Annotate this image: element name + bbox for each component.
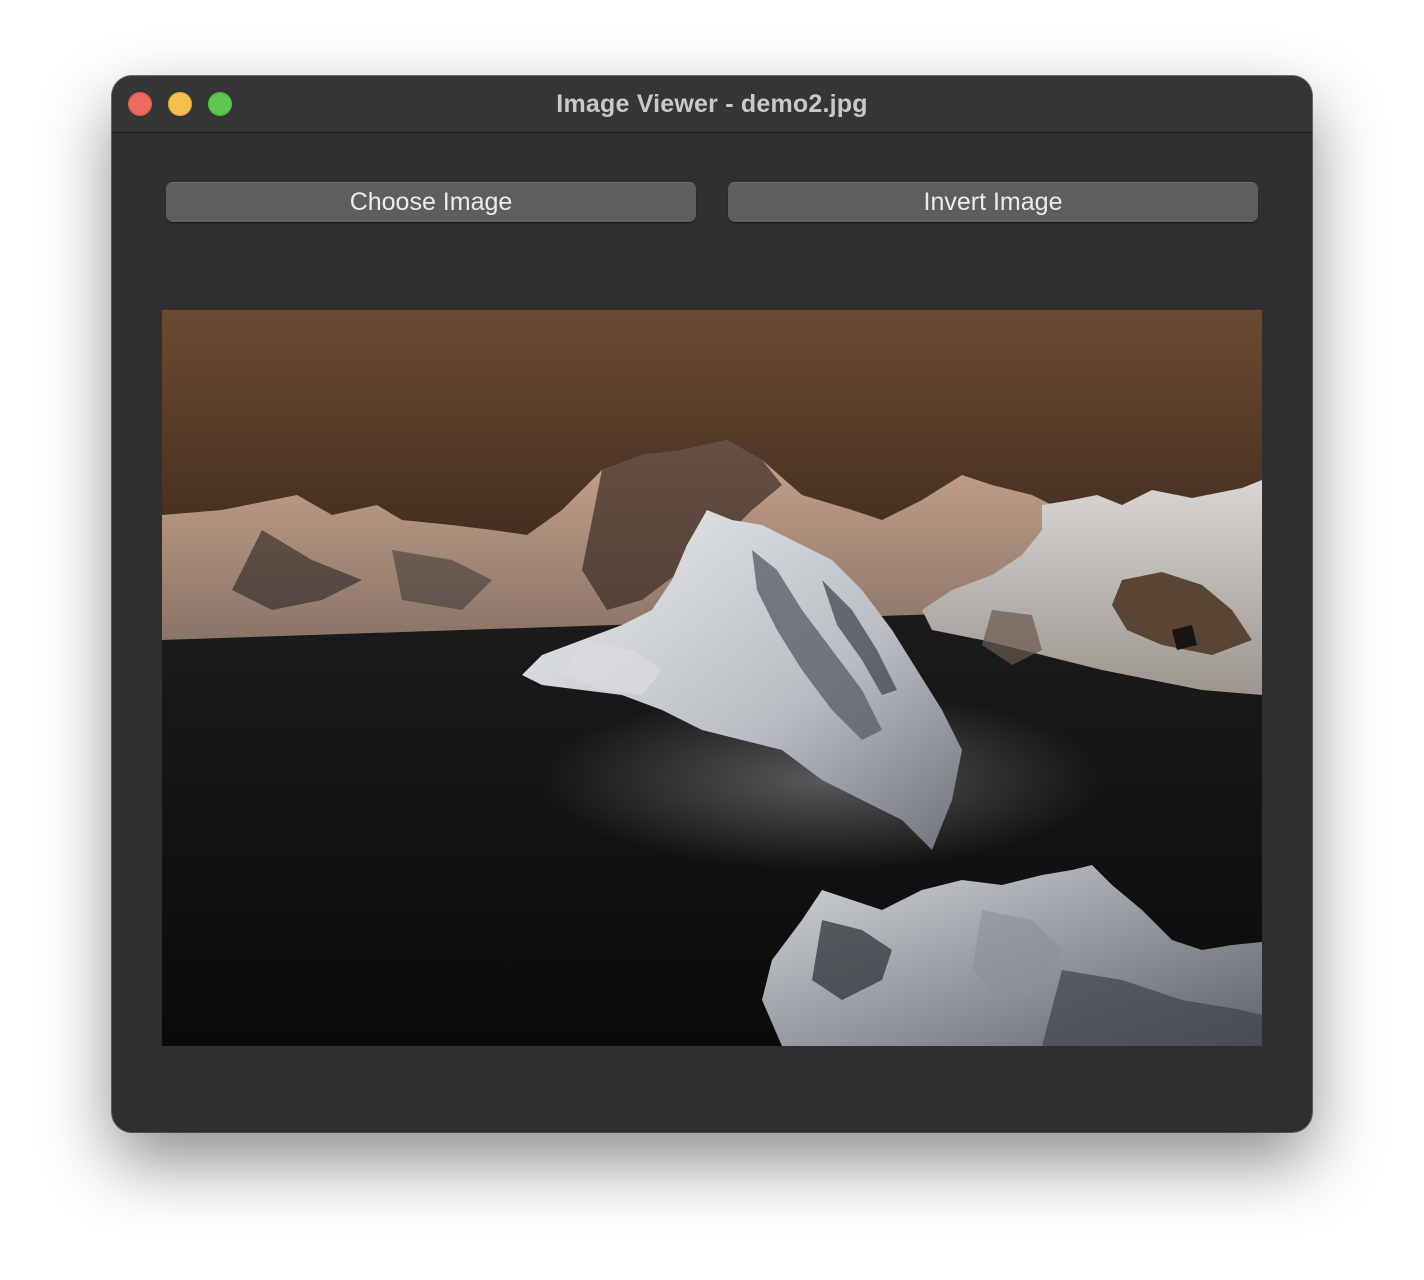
invert-image-button[interactable]: Invert Image <box>728 182 1258 222</box>
inverted-mountain-image <box>162 310 1262 1046</box>
app-window: Image Viewer - demo2.jpg Choose Image In… <box>112 76 1312 1132</box>
title-bar[interactable]: Image Viewer - demo2.jpg <box>112 76 1312 133</box>
image-display <box>162 310 1262 1046</box>
window-title: Image Viewer - demo2.jpg <box>556 90 868 118</box>
choose-image-button[interactable]: Choose Image <box>166 182 696 222</box>
